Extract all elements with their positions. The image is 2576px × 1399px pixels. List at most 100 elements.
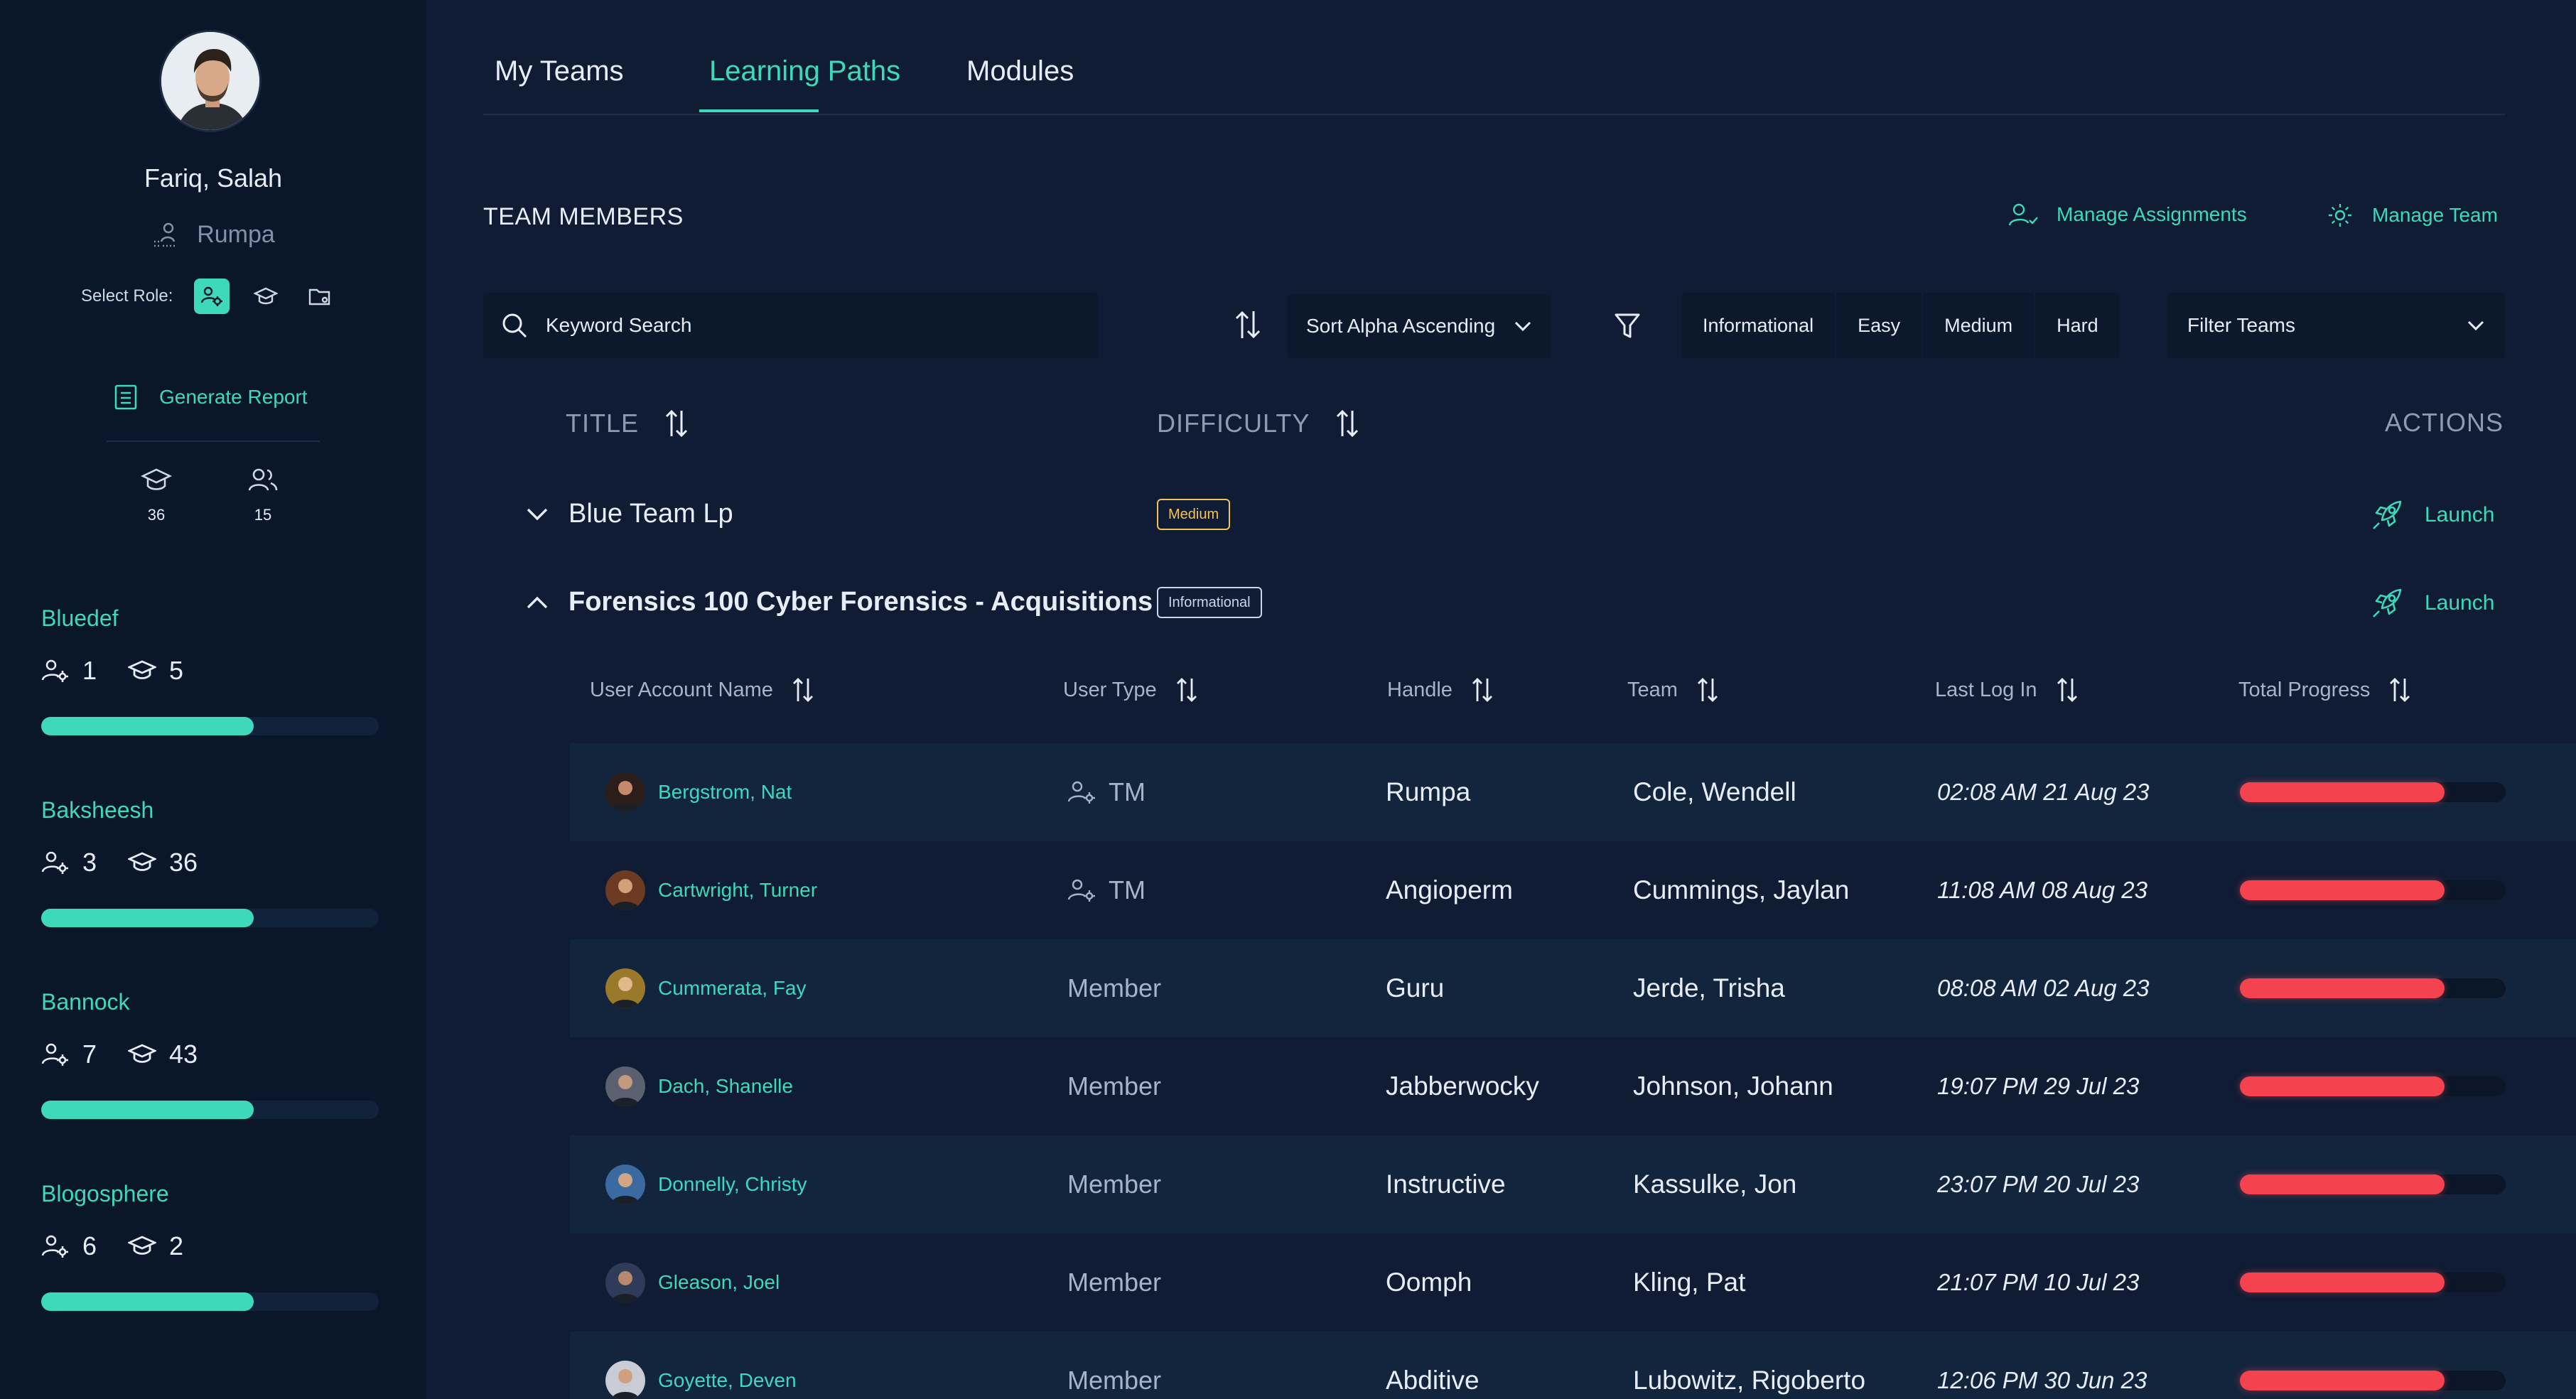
user-account-name-link[interactable]: Donnelly, Christy (658, 1173, 807, 1196)
tab-learning-paths[interactable]: Learning Paths (709, 55, 900, 87)
table-row[interactable]: Cummerata, Fay Member Guru Jerde, Trisha… (570, 939, 2576, 1037)
column-label: User Account Name (590, 678, 773, 701)
table-row[interactable]: Gleason, Joel Member Oomph Kling, Pat 21… (570, 1233, 2576, 1332)
last-login-cell: 23:07 PM 20 Jul 23 (1937, 1171, 2140, 1197)
team-member-count: 7 (41, 1039, 97, 1069)
search-input[interactable] (546, 314, 1086, 337)
launch-label: Launch (2425, 503, 2495, 526)
column-header-difficulty[interactable]: DIFFICULTY (1157, 408, 1359, 439)
team-card[interactable]: Baksheesh 3 36 (41, 797, 379, 927)
stat-learning-paths: 36 (135, 466, 178, 524)
total-progress-cell (2240, 1135, 2506, 1233)
team-name[interactable]: Bluedef (41, 605, 379, 632)
team-name[interactable]: Bannock (41, 989, 379, 1015)
avatar (605, 1361, 645, 1399)
team-manager-icon (41, 1235, 68, 1258)
sidebar-divider (107, 441, 320, 442)
launch-button[interactable]: Launch (2371, 499, 2494, 531)
difficulty-filter-medium[interactable]: Medium (1923, 293, 2036, 358)
team-progress-bar (41, 1101, 379, 1119)
profile-avatar[interactable] (159, 30, 262, 132)
team-progress-fill (41, 909, 254, 927)
search-icon (502, 313, 527, 338)
user-type-cell: Member (1067, 1233, 1161, 1332)
column-header-user-account-name[interactable]: User Account Name (590, 676, 814, 703)
team-card[interactable]: Bannock 7 43 (41, 989, 379, 1119)
team-name[interactable]: Blogosphere (41, 1181, 379, 1207)
users-icon (248, 468, 278, 491)
role-learner-button[interactable] (248, 279, 284, 314)
filter-button[interactable] (1613, 311, 1642, 341)
team-member-count: 3 (41, 848, 97, 877)
team-path-count: 2 (128, 1231, 183, 1261)
learning-path-row[interactable]: Blue Team Lp (526, 499, 733, 529)
handle-cell: Oomph (1386, 1268, 1472, 1297)
progress-bar (2240, 978, 2506, 998)
column-header-last-login[interactable]: Last Log In (1935, 676, 2079, 703)
sort-direction-button[interactable] (1234, 308, 1262, 341)
last-login-cell: 08:08 AM 02 Aug 23 (1937, 975, 2150, 1001)
tab-modules[interactable]: Modules (966, 55, 1074, 87)
column-header-total-progress[interactable]: Total Progress (2238, 676, 2411, 703)
user-account-name-link[interactable]: Bergstrom, Nat (658, 781, 792, 804)
column-title-label: TITLE (566, 409, 640, 438)
graduation-cap-icon (128, 1236, 157, 1255)
column-label: Team (1627, 678, 1678, 701)
progress-fill (2240, 1273, 2445, 1292)
column-header-title[interactable]: TITLE (566, 408, 689, 439)
table-row[interactable]: Donnelly, Christy Member Instructive Kas… (570, 1135, 2576, 1233)
difficulty-filter-informational[interactable]: Informational (1681, 293, 1837, 358)
team-card[interactable]: Bluedef 1 5 (41, 605, 379, 735)
chevron-down-icon[interactable] (526, 507, 549, 522)
team-name[interactable]: Baksheesh (41, 797, 379, 823)
column-header-handle[interactable]: Handle (1387, 676, 1494, 703)
user-account-name-link[interactable]: Gleason, Joel (658, 1271, 780, 1294)
table-row[interactable]: Bergstrom, Nat TM Rumpa Cole, Wendell 02… (570, 743, 2576, 841)
user-account-name-link[interactable]: Cummerata, Fay (658, 977, 807, 1000)
generate-report-button[interactable]: Generate Report (114, 384, 308, 411)
column-difficulty-label: DIFFICULTY (1157, 409, 1310, 438)
chevron-up-icon[interactable] (526, 595, 549, 610)
progress-bar (2240, 1076, 2506, 1096)
table-row[interactable]: Goyette, Deven Member Abditive Lubowitz,… (570, 1332, 2576, 1399)
column-header-team[interactable]: Team (1627, 676, 1719, 703)
role-admin-button[interactable] (302, 279, 338, 314)
table-row[interactable]: Cartwright, Turner TM Angioperm Cummings… (570, 841, 2576, 939)
active-tab-indicator (699, 109, 819, 112)
avatar (605, 1263, 645, 1302)
user-type-cell: Member (1067, 1037, 1161, 1135)
difficulty-filter-easy[interactable]: Easy (1836, 293, 1924, 358)
progress-bar (2240, 782, 2506, 802)
team-path-count: 43 (128, 1039, 198, 1069)
tab-my-teams[interactable]: My Teams (495, 55, 624, 87)
table-row[interactable]: Dach, Shanelle Member Jabberwocky Johnso… (570, 1037, 2576, 1135)
difficulty-badge: Medium (1157, 499, 1231, 530)
column-header-user-type[interactable]: User Type (1063, 676, 1198, 703)
team-cell: Lubowitz, Rigoberto (1633, 1366, 1866, 1395)
learning-path-title: Forensics 100 Cyber Forensics - Acquisit… (568, 587, 1153, 617)
team-path-count-value: 43 (169, 1039, 198, 1069)
sort-icon (1472, 678, 1492, 702)
team-card[interactable]: Blogosphere 6 2 (41, 1181, 379, 1311)
team-filter-select[interactable]: Filter Teams (2167, 293, 2505, 358)
manage-assignments-label: Manage Assignments (2057, 203, 2247, 225)
difficulty-filter-group: Informational Easy Medium Hard (1681, 293, 2120, 358)
learning-path-row[interactable]: Forensics 100 Cyber Forensics - Acquisit… (526, 587, 1153, 617)
user-account-name-link[interactable]: Goyette, Deven (658, 1369, 797, 1392)
sort-icon (1176, 678, 1197, 702)
difficulty-filter-hard[interactable]: Hard (2035, 293, 2120, 358)
user-account-name-link[interactable]: Dach, Shanelle (658, 1075, 793, 1098)
difficulty-badge: Informational (1157, 587, 1262, 618)
handle-cell: Instructive (1386, 1170, 1506, 1199)
manage-assignments-button[interactable]: Manage Assignments (2008, 202, 2247, 227)
folder-settings-icon (309, 288, 330, 306)
manage-team-button[interactable]: Manage Team (2327, 202, 2498, 229)
profile-name: Fariq, Salah (144, 163, 283, 193)
sort-select[interactable]: Sort Alpha Ascending (1288, 294, 1551, 358)
launch-button[interactable]: Launch (2371, 587, 2494, 620)
user-account-name-link[interactable]: Cartwright, Turner (658, 879, 817, 902)
avatar (605, 1165, 645, 1204)
role-team-manager-button[interactable] (194, 279, 230, 314)
sort-icon (1337, 409, 1359, 438)
progress-fill (2240, 880, 2445, 900)
